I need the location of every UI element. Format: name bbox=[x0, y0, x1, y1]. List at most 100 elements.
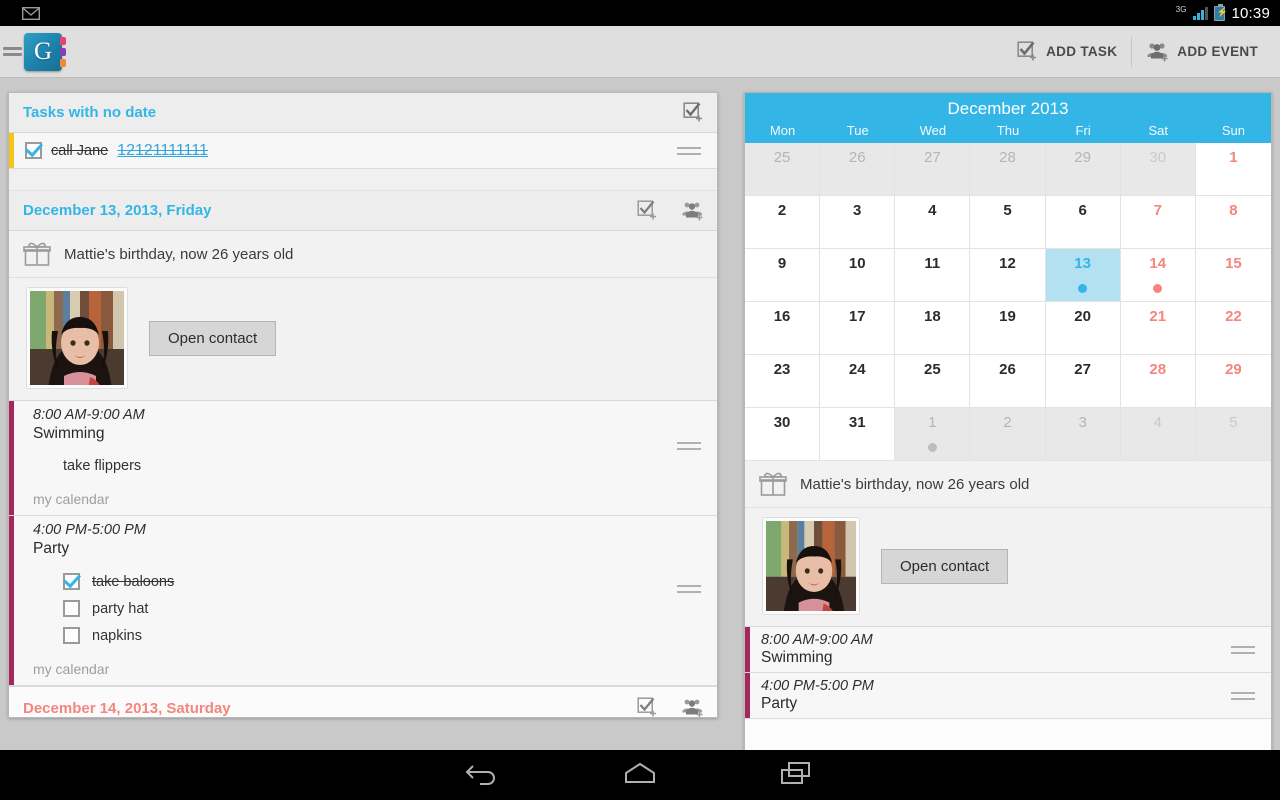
event-checklist-item[interactable]: party hat bbox=[63, 595, 174, 622]
checklist-label: party hat bbox=[92, 600, 149, 617]
calendar-day-cell[interactable]: 3 bbox=[1045, 408, 1121, 461]
calendar-day-cell[interactable]: 29 bbox=[1045, 143, 1121, 196]
action-bar-left: G bbox=[0, 32, 66, 71]
checklist-checkbox[interactable] bbox=[63, 573, 80, 590]
calendar-day-cell[interactable]: 13 bbox=[1045, 249, 1121, 302]
app-icon[interactable]: G bbox=[24, 32, 66, 71]
calendar-day-cell[interactable]: 23 bbox=[745, 355, 821, 408]
weekday-label: Fri bbox=[1075, 123, 1091, 138]
calendar-day-cell[interactable]: 1 bbox=[1195, 143, 1271, 196]
calendar-day-cell[interactable]: 7 bbox=[1120, 196, 1196, 249]
calendar-day-number: 24 bbox=[848, 361, 866, 378]
add-task-icon[interactable] bbox=[683, 101, 705, 124]
calendar-day-cell[interactable]: 30 bbox=[745, 408, 821, 461]
event-block[interactable]: 8:00 AM-9:00 AM Swimming take flippers m… bbox=[9, 401, 717, 516]
calendar-day-cell[interactable]: 18 bbox=[895, 302, 971, 355]
section-title: December 14, 2013, Saturday bbox=[23, 699, 231, 717]
calendar-day-cell[interactable]: 10 bbox=[820, 249, 896, 302]
calendar-day-cell[interactable]: 20 bbox=[1045, 302, 1121, 355]
drag-handle-icon[interactable] bbox=[1231, 688, 1255, 704]
event-accent-bar bbox=[9, 516, 14, 685]
calendar-day-cell[interactable]: 14 bbox=[1120, 249, 1196, 302]
contact-photo[interactable] bbox=[27, 288, 127, 388]
drag-handle-icon[interactable] bbox=[1231, 642, 1255, 658]
calendar-day-cell[interactable]: 26 bbox=[970, 355, 1046, 408]
calendar-day-cell[interactable]: 28 bbox=[970, 143, 1046, 196]
calendar-day-cell[interactable]: 17 bbox=[820, 302, 896, 355]
event-dot bbox=[1078, 284, 1088, 293]
calendar-day-cell[interactable]: 16 bbox=[745, 302, 821, 355]
selected-day-agenda: Mattie's birthday, now 26 years old Open… bbox=[745, 461, 1271, 719]
event-note[interactable]: take flippers bbox=[63, 453, 145, 479]
calendar-day-cell[interactable]: 2 bbox=[970, 408, 1046, 461]
calendar-day-cell[interactable]: 15 bbox=[1195, 249, 1271, 302]
checklist-checkbox[interactable] bbox=[63, 627, 80, 644]
calendar-day-cell[interactable]: 21 bbox=[1120, 302, 1196, 355]
drag-handle-icon[interactable] bbox=[677, 438, 701, 454]
calendar-day-cell[interactable]: 25 bbox=[895, 355, 971, 408]
calendar-day-cell[interactable]: 24 bbox=[820, 355, 896, 408]
calendar-day-cell[interactable]: 4 bbox=[1120, 408, 1196, 461]
section-header-no-date: Tasks with no date bbox=[9, 93, 717, 133]
hamburger-menu-icon[interactable] bbox=[0, 44, 22, 59]
calendar-day-cell[interactable]: 6 bbox=[1045, 196, 1121, 249]
calendar-day-cell[interactable]: 12 bbox=[970, 249, 1046, 302]
add-event-button[interactable]: ADD EVENT bbox=[1132, 35, 1272, 69]
add-task-icon[interactable] bbox=[637, 199, 659, 222]
mini-event-row[interactable]: 4:00 PM-5:00 PM Party bbox=[745, 673, 1271, 719]
checklist-checkbox[interactable] bbox=[63, 600, 80, 617]
add-task-button[interactable]: ADD TASK bbox=[1003, 35, 1131, 69]
drag-handle-icon[interactable] bbox=[677, 143, 701, 159]
calendar-day-number: 23 bbox=[773, 361, 791, 378]
recents-icon[interactable] bbox=[778, 760, 816, 791]
calendar-day-cell[interactable]: 25 bbox=[745, 143, 821, 196]
task-phone-link[interactable]: 12121111111 bbox=[117, 142, 208, 160]
calendar-day-cell[interactable]: 9 bbox=[745, 249, 821, 302]
calendar-day-cell[interactable]: 8 bbox=[1195, 196, 1271, 249]
calendar-day-cell[interactable]: 1 bbox=[895, 408, 971, 461]
open-contact-button[interactable]: Open contact bbox=[881, 548, 1009, 584]
calendar-month-title[interactable]: December 2013 bbox=[745, 93, 1271, 123]
calendar-day-cell[interactable]: 27 bbox=[1045, 355, 1121, 408]
mini-event-row[interactable]: 8:00 AM-9:00 AM Swimming bbox=[745, 627, 1271, 673]
calendar-day-cell[interactable]: 5 bbox=[1195, 408, 1271, 461]
calendar-day-number: 11 bbox=[924, 255, 941, 272]
task-row[interactable]: call Jane 12121111111 bbox=[9, 133, 717, 169]
event-block[interactable]: 4:00 PM-5:00 PM Party take baloons party… bbox=[9, 516, 717, 686]
calendar-day-cell[interactable]: 19 bbox=[970, 302, 1046, 355]
calendar-day-cell[interactable]: 27 bbox=[895, 143, 971, 196]
event-checklist-item[interactable]: napkins bbox=[63, 622, 174, 649]
drag-handle-icon[interactable] bbox=[677, 581, 701, 597]
open-contact-button[interactable]: Open contact bbox=[149, 320, 277, 356]
calendar-day-cell[interactable]: 26 bbox=[820, 143, 896, 196]
weekday-label: Thu bbox=[996, 123, 1020, 138]
calendar-day-cell[interactable]: 11 bbox=[895, 249, 971, 302]
section-title: Tasks with no date bbox=[23, 104, 157, 121]
add-event-icon[interactable] bbox=[681, 200, 705, 222]
add-task-icon[interactable] bbox=[637, 697, 659, 717]
calendar-day-cell[interactable]: 3 bbox=[820, 196, 896, 249]
calendar-day-cell[interactable]: 29 bbox=[1195, 355, 1271, 408]
home-icon[interactable] bbox=[620, 760, 660, 791]
birthday-row[interactable]: Mattie's birthday, now 26 years old bbox=[9, 231, 717, 278]
task-checkbox[interactable] bbox=[25, 142, 42, 159]
action-bar: G ADD TASK ADD EVENT bbox=[0, 26, 1280, 78]
birthday-row[interactable]: Mattie's birthday, now 26 years old bbox=[745, 461, 1271, 508]
calendar-day-cell[interactable]: 31 bbox=[820, 408, 896, 461]
contact-block: Open contact bbox=[9, 278, 717, 401]
calendar-day-cell[interactable]: 5 bbox=[970, 196, 1046, 249]
calendar-day-cell[interactable]: 28 bbox=[1120, 355, 1196, 408]
calendar-day-cell[interactable]: 22 bbox=[1195, 302, 1271, 355]
contact-photo[interactable] bbox=[763, 518, 859, 614]
calendar-day-cell[interactable]: 30 bbox=[1120, 143, 1196, 196]
event-checklist-item[interactable]: take baloons bbox=[63, 568, 174, 595]
calendar-day-number: 28 bbox=[999, 149, 1016, 166]
add-event-icon bbox=[1146, 41, 1170, 63]
checklist-label: napkins bbox=[92, 627, 142, 644]
section-header-dec-14: December 14, 2013, Saturday bbox=[9, 686, 717, 717]
add-event-icon[interactable] bbox=[681, 697, 705, 717]
calendar-day-cell[interactable]: 4 bbox=[895, 196, 971, 249]
gmail-icon bbox=[22, 6, 40, 20]
back-icon[interactable] bbox=[464, 760, 502, 791]
calendar-day-cell[interactable]: 2 bbox=[745, 196, 821, 249]
